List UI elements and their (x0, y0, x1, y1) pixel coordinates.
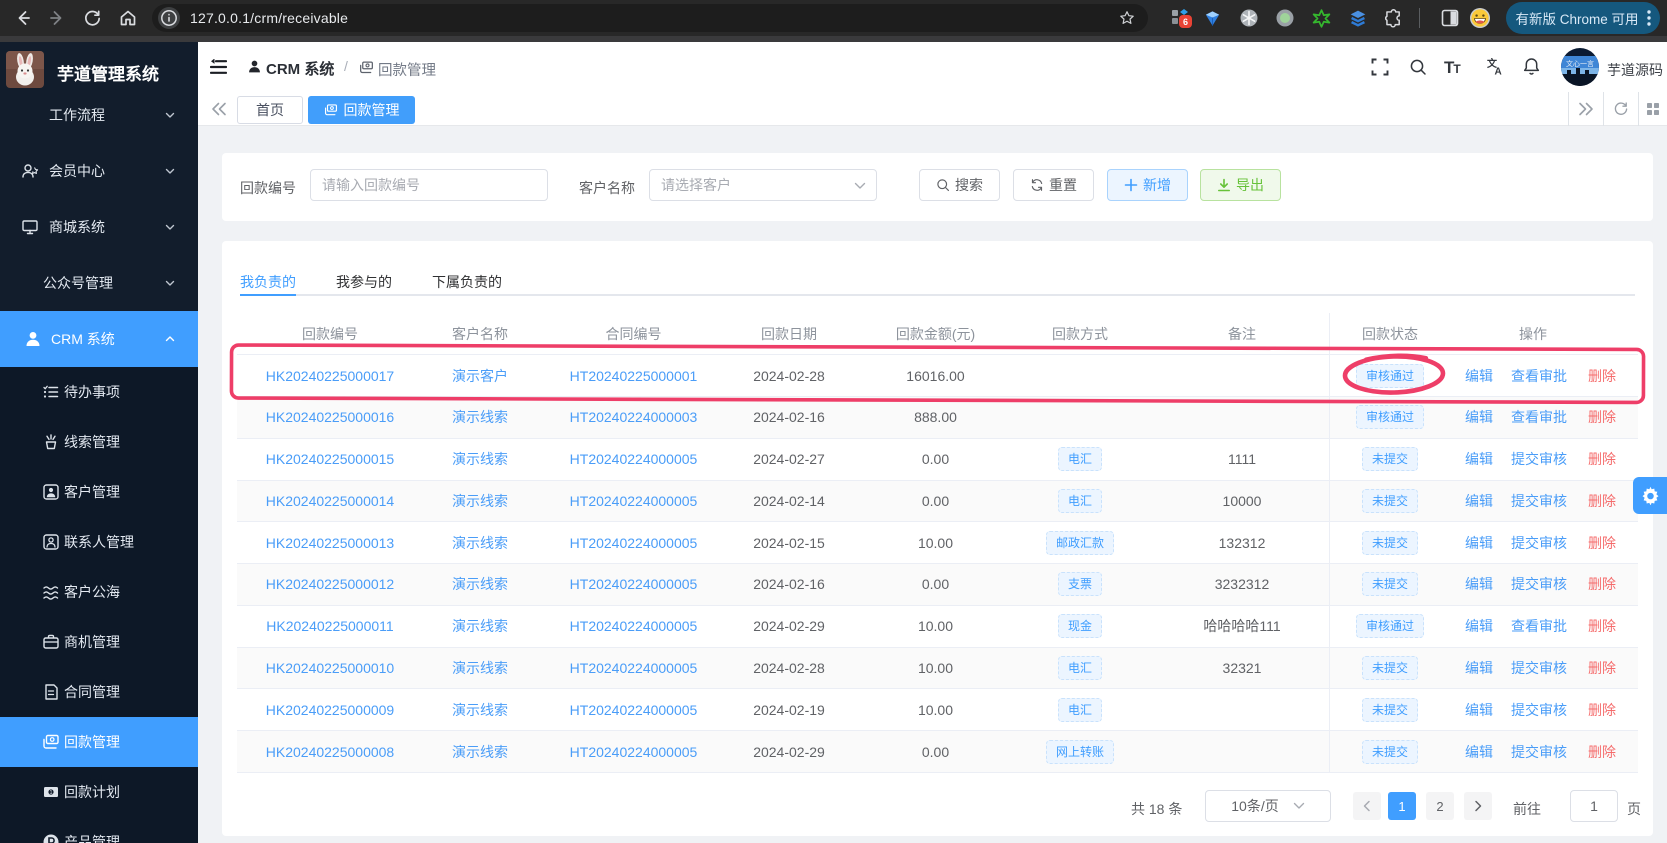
svg-text:1: 1 (49, 790, 52, 796)
svg-text:6: 6 (1182, 17, 1187, 27)
svg-text:A: A (1495, 67, 1502, 77)
svg-text:文心一言: 文心一言 (1566, 59, 1594, 68)
